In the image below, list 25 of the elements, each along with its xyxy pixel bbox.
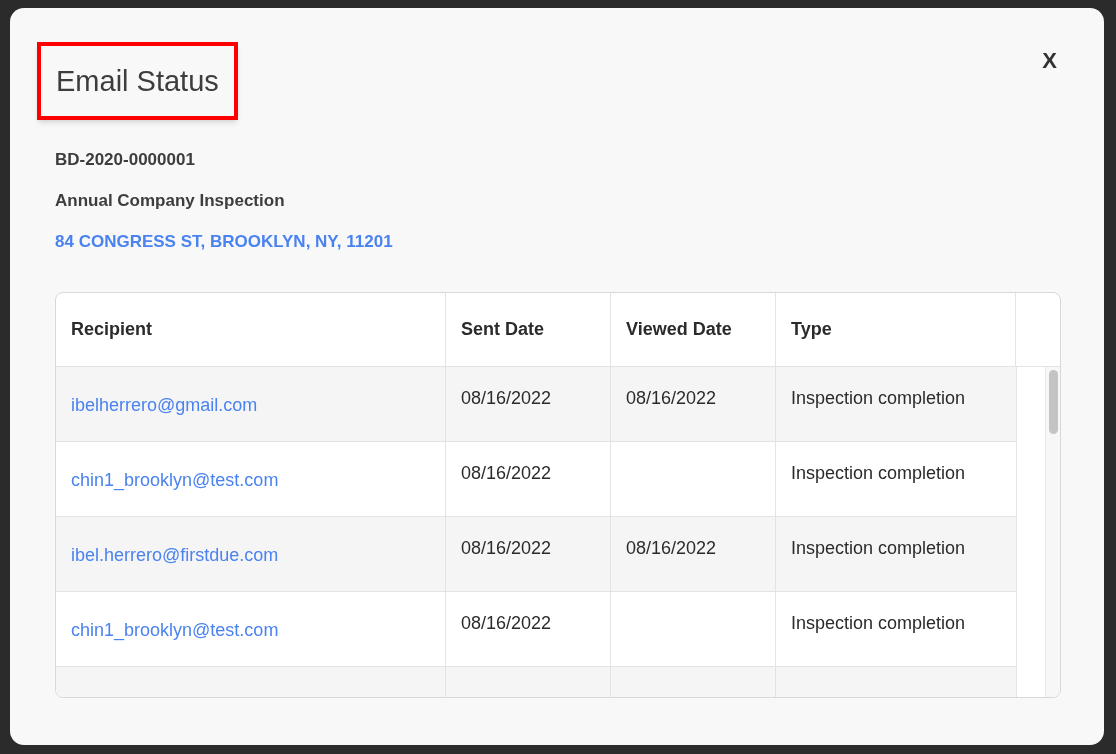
- dialog-title: Email Status: [56, 64, 219, 99]
- sent-date: 08/16/2022: [461, 538, 552, 558]
- column-header: Viewed Date: [611, 293, 776, 366]
- table-row[interactable]: ibel.herrero@firstdue.com 08/16/2022 08/16/2022 Inspection completion: [56, 517, 1016, 592]
- sent-date: 08/16/2022: [461, 388, 552, 408]
- table-row[interactable]: chin1_brooklyn@test.com 08/16/2022 Inspection completion: [56, 442, 1016, 517]
- email-type: Inspection completion: [791, 388, 966, 408]
- recipient-link[interactable]: chin1_brooklyn@test.com: [71, 616, 279, 644]
- email-type: Inspection completion: [791, 613, 966, 633]
- column-header: Sent Date: [446, 293, 611, 366]
- table-row[interactable]: ibelherrero@gmail.com 08/16/2022 08/16/2022 Inspection completion: [56, 367, 1016, 442]
- email-type: Inspection completion: [791, 463, 966, 483]
- table-row[interactable]: chin1_brooklyn@test.com 08/16/2022 Inspection completion: [56, 592, 1016, 667]
- viewed-date: 08/16/2022: [626, 538, 717, 558]
- sent-date: 08/16/2022: [461, 613, 552, 633]
- close-button[interactable]: X: [1038, 44, 1061, 77]
- viewed-date: 08/16/2022: [626, 388, 717, 408]
- email-type: Inspection completion: [791, 538, 966, 558]
- column-header: Type: [776, 293, 1016, 366]
- record-number: BD-2020-0000001: [55, 149, 196, 171]
- column-header: Recipient: [56, 293, 446, 366]
- scrollbar-thumb[interactable]: [1048, 370, 1058, 434]
- record-name: Annual Company Inspection: [55, 190, 286, 212]
- sent-date: 08/16/2022: [461, 463, 552, 483]
- recipient-link[interactable]: chin1_brooklyn@test.com: [71, 466, 279, 494]
